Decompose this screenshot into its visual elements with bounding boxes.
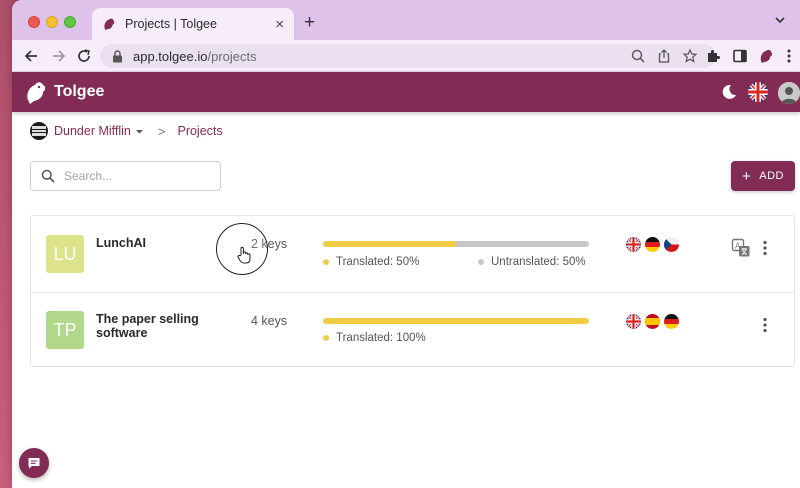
close-window-button[interactable] bbox=[28, 16, 40, 28]
new-tab-button[interactable]: + bbox=[304, 13, 315, 32]
germany-flag-icon bbox=[664, 314, 679, 329]
chevron-down-icon[interactable] bbox=[772, 12, 788, 28]
translated-dot bbox=[323, 335, 329, 341]
tab-strip: Projects | Tolgee × + bbox=[12, 0, 800, 40]
translated-dot bbox=[323, 259, 329, 265]
reload-icon[interactable] bbox=[74, 46, 94, 66]
organization-selector[interactable]: Dunder Mifflin bbox=[54, 124, 131, 138]
lock-icon[interactable] bbox=[112, 49, 123, 63]
search-box[interactable] bbox=[30, 161, 221, 191]
tab-close-icon[interactable]: × bbox=[275, 16, 284, 33]
back-arrow-icon[interactable] bbox=[22, 46, 42, 66]
breadcrumb: Dunder Mifflin > Projects bbox=[30, 122, 223, 140]
bookmark-star-icon[interactable] bbox=[682, 48, 698, 64]
translation-progress-bar bbox=[323, 241, 589, 247]
project-name[interactable]: LunchAI bbox=[96, 236, 226, 250]
project-name[interactable]: The paper selling software bbox=[96, 312, 226, 341]
breadcrumb-separator: > bbox=[157, 123, 166, 139]
project-languages bbox=[626, 237, 679, 252]
language-uk-flag-icon[interactable] bbox=[748, 82, 768, 102]
project-key-count: 4 keys bbox=[251, 314, 288, 328]
translation-progress-bar bbox=[323, 318, 589, 324]
app-name[interactable]: Tolgee bbox=[54, 83, 104, 101]
add-project-button[interactable]: + ADD bbox=[731, 161, 795, 191]
untranslated-legend: Untranslated: 50% bbox=[478, 256, 586, 268]
tolgee-logo-icon[interactable] bbox=[24, 79, 48, 105]
zoom-icon[interactable] bbox=[630, 48, 646, 64]
project-list: LU LunchAI 2 keys Translated: 50% Untran… bbox=[30, 215, 795, 367]
hand-pointer-cursor-icon bbox=[237, 246, 251, 264]
tolgee-favicon-icon bbox=[104, 18, 115, 31]
translated-progress-fill bbox=[323, 241, 456, 247]
maximize-window-button[interactable] bbox=[64, 16, 76, 28]
czech-flag-icon bbox=[664, 237, 679, 252]
chat-bubble-icon bbox=[28, 458, 40, 469]
translated-progress-fill bbox=[323, 318, 589, 324]
search-input[interactable] bbox=[64, 169, 204, 183]
project-languages bbox=[626, 314, 679, 329]
translated-label: Translated: 50% bbox=[336, 256, 420, 268]
project-avatar: LU bbox=[46, 235, 84, 273]
organization-avatar bbox=[30, 122, 48, 140]
app-header: Tolgee bbox=[12, 72, 800, 112]
browser-window: Projects | Tolgee × + app.tolgee.io/proj… bbox=[12, 0, 800, 488]
translated-legend: Translated: 50% bbox=[323, 256, 419, 268]
untranslated-dot bbox=[478, 259, 484, 265]
forward-arrow-icon[interactable] bbox=[48, 46, 68, 66]
minimize-window-button[interactable] bbox=[46, 16, 58, 28]
project-menu-kebab-icon[interactable] bbox=[762, 317, 768, 333]
uk-flag-icon bbox=[626, 314, 641, 329]
tab-title: Projects | Tolgee bbox=[125, 17, 217, 31]
browser-tab[interactable]: Projects | Tolgee × bbox=[92, 8, 294, 40]
chat-support-button[interactable] bbox=[19, 448, 49, 478]
extensions-puzzle-icon[interactable] bbox=[705, 48, 721, 64]
search-icon bbox=[41, 169, 55, 183]
project-menu-kebab-icon[interactable] bbox=[762, 240, 768, 256]
user-avatar[interactable] bbox=[778, 82, 800, 104]
address-bar[interactable]: app.tolgee.io/projects bbox=[100, 44, 716, 68]
spain-flag-icon bbox=[645, 314, 660, 329]
translate-icon[interactable]: A bbox=[731, 238, 751, 258]
dark-mode-moon-icon[interactable] bbox=[720, 83, 738, 101]
untranslated-label: Untranslated: 50% bbox=[491, 256, 586, 268]
project-avatar: TP bbox=[46, 311, 84, 349]
project-row[interactable]: LU LunchAI 2 keys Translated: 50% Untran… bbox=[31, 216, 794, 291]
caret-down-icon[interactable] bbox=[135, 127, 144, 136]
more-menu-icon[interactable] bbox=[784, 48, 794, 64]
share-icon[interactable] bbox=[656, 48, 672, 64]
translated-legend: Translated: 100% bbox=[323, 332, 426, 344]
plus-icon: + bbox=[742, 167, 752, 185]
add-button-label: ADD bbox=[759, 170, 784, 182]
tolgee-extension-icon[interactable] bbox=[758, 48, 774, 64]
uk-flag-icon bbox=[626, 237, 641, 252]
breadcrumb-projects-link[interactable]: Projects bbox=[177, 124, 222, 138]
url-text: app.tolgee.io/projects bbox=[133, 48, 257, 64]
project-row[interactable]: TP The paper selling software 4 keys Tra… bbox=[31, 292, 794, 367]
sidebar-panel-icon[interactable] bbox=[732, 48, 748, 64]
germany-flag-icon bbox=[645, 237, 660, 252]
translated-label: Translated: 100% bbox=[336, 332, 426, 344]
browser-toolbar: app.tolgee.io/projects bbox=[12, 40, 800, 72]
